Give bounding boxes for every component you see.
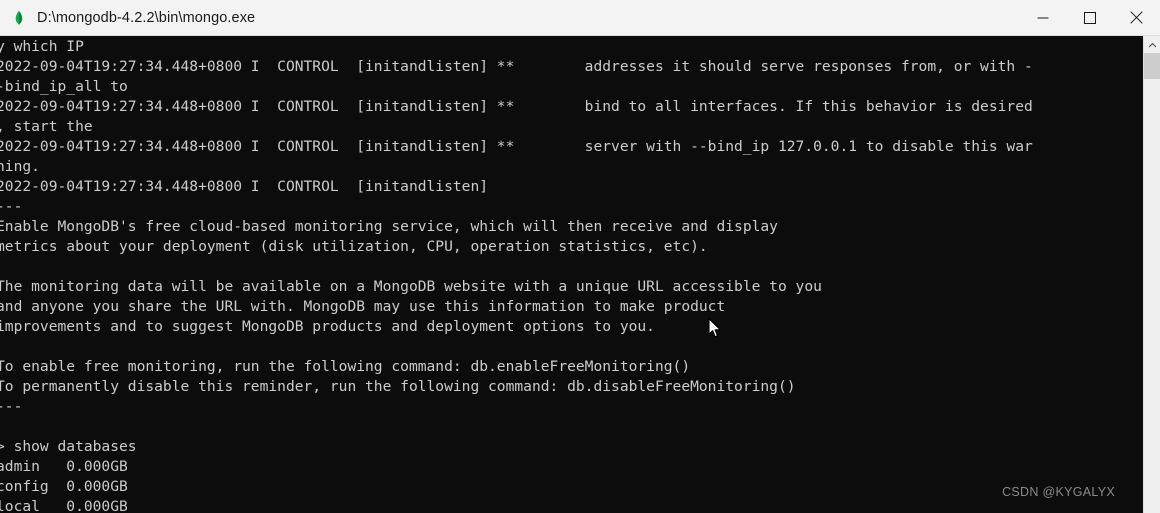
scroll-up-button[interactable] xyxy=(1144,36,1160,53)
console-output-area[interactable]: y which IP 2022-09-04T19:27:34.448+0800 … xyxy=(0,36,1143,513)
watermark-label: CSDN @KYGALYX xyxy=(1002,485,1115,499)
maximize-button[interactable] xyxy=(1066,0,1113,36)
terminal-window: D:\mongodb-4.2.2\bin\mongo.exe y which I… xyxy=(0,0,1160,513)
scrollbar-thumb[interactable] xyxy=(1144,53,1160,79)
vertical-scrollbar[interactable] xyxy=(1143,36,1160,513)
console-text: y which IP 2022-09-04T19:27:34.448+0800 … xyxy=(0,38,1033,513)
window-titlebar: D:\mongodb-4.2.2\bin\mongo.exe xyxy=(0,0,1160,36)
chevron-up-icon xyxy=(1148,36,1157,54)
minimize-button[interactable] xyxy=(1019,0,1066,36)
close-button[interactable] xyxy=(1113,0,1160,36)
window-title: D:\mongodb-4.2.2\bin\mongo.exe xyxy=(37,9,256,26)
minimize-icon xyxy=(1037,12,1049,24)
titlebar-left-group: D:\mongodb-4.2.2\bin\mongo.exe xyxy=(0,10,1019,26)
close-icon xyxy=(1130,11,1143,24)
window-controls xyxy=(1019,0,1160,36)
maximize-icon xyxy=(1083,11,1096,24)
mongodb-leaf-icon xyxy=(11,10,27,26)
